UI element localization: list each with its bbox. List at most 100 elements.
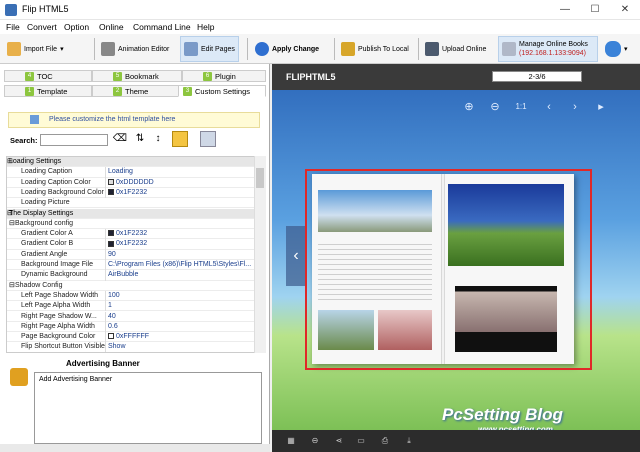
- previous-page-icon[interactable]: ‹: [542, 100, 556, 114]
- property-row[interactable]: Loading Background Color 0x1F2232: [7, 187, 255, 199]
- tab-bookmark[interactable]: 5 Bookmark: [92, 70, 182, 82]
- menu-command-line[interactable]: Command Line: [133, 22, 191, 32]
- tab-number: 4: [25, 71, 34, 81]
- property-row[interactable]: Loading Picture: [7, 198, 255, 209]
- property-row[interactable]: Right Page Alpha Width 0.6: [7, 321, 255, 333]
- manage-online-books-button[interactable]: Manage Online Books (192.168.1.133:9094): [498, 36, 598, 62]
- tab-label: Theme: [125, 86, 149, 96]
- minimize-button[interactable]: —: [550, 0, 580, 20]
- advertising-list[interactable]: Add Advertising Banner: [34, 372, 262, 444]
- property-group[interactable]: ⊟ Background config: [7, 219, 255, 230]
- upload-online-button[interactable]: Upload Online: [422, 36, 489, 62]
- tab-template[interactable]: 1 Template: [4, 85, 92, 97]
- property-name: Background config: [15, 219, 73, 227]
- property-group[interactable]: ⊟ Loading Settings: [7, 157, 255, 168]
- property-name: Loading Picture: [21, 199, 70, 207]
- collapse-icon[interactable]: ⊟: [9, 219, 15, 229]
- animation-editor-icon: [101, 42, 115, 56]
- sort-icon[interactable]: ⇅: [132, 131, 148, 147]
- load-settings-icon[interactable]: [200, 131, 216, 147]
- autoplay-icon[interactable]: ▸: [594, 100, 608, 114]
- property-value[interactable]: 0.6: [105, 321, 255, 333]
- property-value[interactable]: Loading: [105, 167, 255, 178]
- animation-editor-button[interactable]: Animation Editor: [98, 36, 172, 62]
- apply-change-button[interactable]: Apply Change: [252, 36, 322, 62]
- property-row[interactable]: Left Page Alpha Width 1: [7, 301, 255, 312]
- app-icon: [5, 4, 17, 16]
- property-row[interactable]: Gradient Color B 0x1F2232: [7, 239, 255, 250]
- property-row[interactable]: Left Page Shadow Width 100: [7, 290, 255, 302]
- property-row[interactable]: Dynamic Background AirBubble: [7, 270, 255, 281]
- menu-option[interactable]: Option: [64, 22, 89, 32]
- highlight-frame: [305, 169, 592, 370]
- property-value[interactable]: 0x1F2232: [105, 229, 255, 240]
- zoom-in-icon[interactable]: ⊕: [462, 100, 476, 114]
- property-row[interactable]: Background Image File C:\Program Files (x…: [7, 260, 255, 271]
- edit-pages-button[interactable]: Edit Pages: [180, 36, 239, 62]
- zoom-out-icon[interactable]: ⊖: [488, 100, 502, 114]
- page-number-input[interactable]: 2-3/6: [492, 71, 582, 82]
- download-icon[interactable]: ⤓: [404, 436, 414, 446]
- property-value[interactable]: AirBubble: [105, 270, 255, 281]
- clear-search-icon[interactable]: ⌫: [112, 131, 128, 147]
- close-button[interactable]: ✕: [610, 0, 640, 20]
- tab-plugin[interactable]: 6 Plugin: [182, 70, 266, 82]
- toolbar-separator: [94, 38, 95, 60]
- print-icon[interactable]: ⎙: [380, 436, 390, 446]
- publish-to-local-button[interactable]: Publish To Local: [338, 36, 412, 62]
- property-value[interactable]: 0x1F2232: [105, 239, 255, 250]
- property-name: Page Background Color: [21, 333, 96, 341]
- tab-toc[interactable]: 4 TOC: [4, 70, 92, 82]
- advertising-icon: [10, 368, 28, 386]
- property-value-text: 40: [108, 312, 116, 320]
- property-value-text: C:\Program Files (x86)\Flip HTML5\Styles…: [108, 261, 252, 268]
- property-scrollbar-thumb[interactable]: [256, 168, 264, 188]
- panel-scrollbar[interactable]: [0, 444, 270, 452]
- property-value[interactable]: 0x1F2232: [105, 187, 255, 199]
- property-row[interactable]: Right Page Shadow W... 40: [7, 311, 255, 322]
- property-value[interactable]: 40: [105, 311, 255, 322]
- sort-alpha-icon[interactable]: ↕: [150, 131, 166, 147]
- property-row[interactable]: Loading Caption Color 0xDDDDDD: [7, 177, 255, 188]
- property-group[interactable]: ⊟ The Display Settings: [7, 208, 255, 219]
- next-page-icon[interactable]: ›: [568, 100, 582, 114]
- property-value[interactable]: Show: [105, 342, 255, 352]
- menu-online[interactable]: Online: [99, 22, 124, 32]
- maximize-button[interactable]: ☐: [580, 0, 610, 20]
- user-account-button[interactable]: ▾: [602, 36, 631, 62]
- menu-help[interactable]: Help: [197, 22, 214, 32]
- property-row[interactable]: Flip Shortcut Button Visible Show: [7, 342, 255, 352]
- property-row[interactable]: Gradient Color A 0x1F2232: [7, 229, 255, 240]
- property-row[interactable]: Page Background Color 0xFFFFFF: [7, 332, 255, 343]
- tab-number: 3: [183, 86, 192, 96]
- property-value[interactable]: 0xFFFFFF: [105, 332, 255, 343]
- zoom-icon[interactable]: ⊖: [310, 436, 320, 446]
- add-advertising-banner-item[interactable]: Add Advertising Banner: [39, 376, 112, 383]
- share-icon[interactable]: ⋖: [334, 436, 344, 446]
- manage-address: (192.168.1.133:9094): [519, 50, 586, 57]
- import-file-button[interactable]: Import File ▾: [4, 36, 67, 62]
- save-settings-icon[interactable]: [172, 131, 188, 147]
- property-name: Background Image File: [21, 261, 93, 268]
- tab-custom-settings[interactable]: 3 Custom Settings: [178, 85, 266, 97]
- property-value[interactable]: 0xDDDDDD: [105, 177, 255, 188]
- thumbnails-icon[interactable]: ▦: [286, 436, 296, 446]
- property-name: Gradient Color B: [21, 240, 74, 248]
- property-row[interactable]: Gradient Angle 90: [7, 249, 255, 260]
- property-group[interactable]: ⊟ Shadow Config: [7, 281, 255, 291]
- property-value[interactable]: 100: [105, 290, 255, 302]
- property-value[interactable]: 1: [105, 301, 255, 312]
- property-value[interactable]: C:\Program Files (x86)\Flip HTML5\Styles…: [105, 260, 255, 271]
- tab-theme[interactable]: 2 Theme: [92, 85, 182, 97]
- flip-previous-arrow-icon[interactable]: ‹: [286, 226, 306, 286]
- collapse-icon[interactable]: ⊟: [9, 281, 15, 291]
- menu-convert[interactable]: Convert: [27, 22, 57, 32]
- tab-label: TOC: [37, 71, 53, 81]
- search-input[interactable]: [40, 134, 108, 146]
- property-value[interactable]: 90: [105, 249, 255, 260]
- menu-file[interactable]: File: [6, 22, 20, 32]
- fullscreen-icon[interactable]: ▭: [356, 436, 366, 446]
- property-row[interactable]: Loading Caption Loading: [7, 167, 255, 178]
- actual-size-icon[interactable]: 1:1: [514, 100, 528, 114]
- publish-gear-icon: [341, 42, 355, 56]
